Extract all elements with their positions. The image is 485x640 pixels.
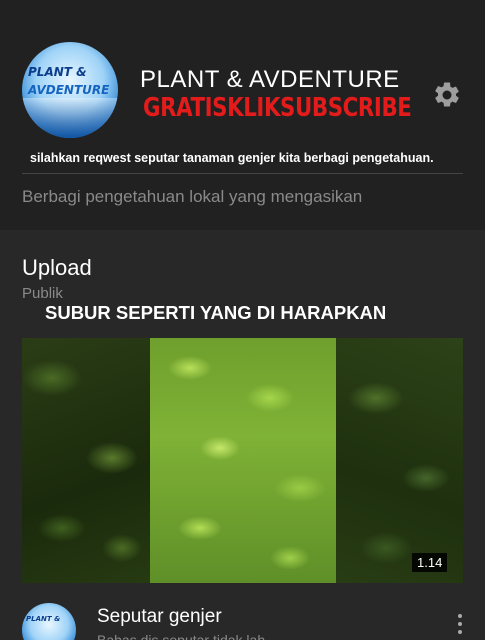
video-duration-badge: 1.14 [412, 553, 448, 572]
gear-icon[interactable] [432, 80, 462, 110]
channel-banner-subtitle: GRATISKLIKSUBSCRIBE [143, 93, 412, 123]
avatar-logo-line2: AVDENTURE [28, 83, 110, 97]
section-subtitle: Publik [22, 285, 63, 302]
channel-title: PLANT & AVDENTURE [140, 66, 400, 93]
video-thumbnail[interactable] [22, 338, 463, 583]
thumbnail-center-panel [150, 338, 336, 583]
channel-tagline[interactable]: Berbagi pengetahuan lokal yang mengasika… [22, 187, 362, 207]
list-item-title[interactable]: Seputar genjer [97, 606, 222, 628]
thumbnail-right-panel [336, 338, 463, 583]
more-vert-icon[interactable] [454, 614, 466, 640]
avatar-logo-line1: PLANT & [28, 65, 87, 79]
header-divider [22, 173, 463, 174]
channel-header: PLANT & AVDENTURE PLANT & AVDENTURE GRAT… [0, 0, 485, 230]
section-title: Upload [22, 255, 92, 280]
thumbnail-left-panel [22, 338, 150, 583]
channel-avatar[interactable]: PLANT & AVDENTURE [22, 42, 118, 138]
list-item-avatar[interactable]: PLANT & [22, 603, 76, 640]
list-item-avatar-text: PLANT & [26, 615, 61, 623]
video-overlay-title: SUBUR SEPERTI YANG DI HARAPKAN [45, 302, 387, 323]
list-item-meta: Bahas dis seputar tidak lah [97, 632, 266, 640]
channel-description: silahkan reqwest seputar tanaman genjer … [30, 151, 434, 165]
avatar-wave [22, 98, 118, 138]
